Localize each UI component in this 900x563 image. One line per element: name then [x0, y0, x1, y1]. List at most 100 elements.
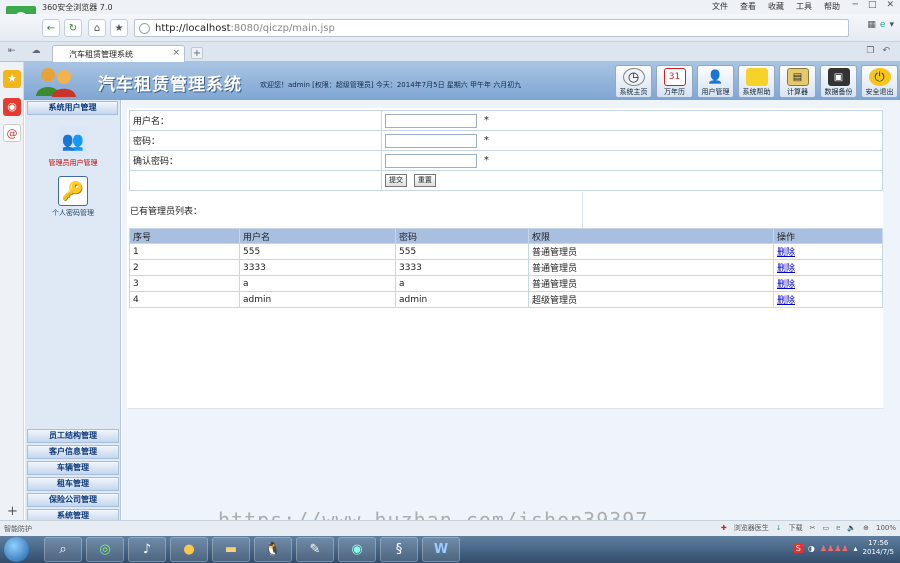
cloud-icon[interactable]: ☁	[32, 46, 41, 56]
cell-permission: 普通管理员	[528, 243, 774, 260]
tab-active[interactable]: 汽车租赁管理系统 ×	[52, 45, 185, 62]
menu-section-vehicles[interactable]: 车辆管理	[27, 461, 119, 475]
menu-item-password[interactable]: 🔑 个人密码管理	[25, 176, 121, 218]
dropdown-icon[interactable]: ▾	[889, 20, 894, 30]
window-list-icon[interactable]: ❐	[866, 46, 874, 56]
ie-icon[interactable]: e	[836, 524, 840, 532]
browser-app-title: 360安全浏览器 7.0	[42, 3, 113, 12]
col-username: 用户名	[239, 228, 396, 244]
cell-action: 删除	[773, 259, 883, 276]
close-icon[interactable]: ✕	[886, 0, 894, 10]
tray-expand-icon[interactable]: ▴	[854, 544, 858, 553]
start-button[interactable]	[4, 537, 29, 562]
sidebar-toggle-icon[interactable]: ⇤	[8, 46, 16, 56]
cell-username: a	[239, 275, 396, 292]
col-password: 密码	[395, 228, 529, 244]
browser-doctor-link[interactable]: 浏览器医生	[734, 523, 769, 533]
volume-icon[interactable]: 🔈	[847, 524, 856, 532]
password-input[interactable]	[385, 133, 477, 148]
header-toolbar: ◷ 系统主页 31 万年历 👤 用户管理 系统帮助 ▤ 计算器 ▣ 数据备份 ⏻…	[615, 65, 898, 98]
search-app-icon[interactable]: ⌕	[44, 537, 82, 562]
tray-people-icon[interactable]: ♟♟♟♟	[820, 544, 849, 553]
tabbar-left-icons: ⇤ ☁	[8, 46, 41, 56]
tab-close-icon[interactable]: ×	[172, 48, 180, 58]
tray-input-icon[interactable]: ◑	[808, 544, 815, 553]
logout-button[interactable]: ⏻ 安全退出	[861, 65, 898, 98]
confirm-password-cell: *	[381, 150, 883, 171]
script-app-icon[interactable]: §	[380, 537, 418, 562]
sidebar-add-icon[interactable]: +	[7, 504, 18, 519]
menu-favorites[interactable]: 收藏	[768, 1, 784, 12]
users-logo-icon	[36, 68, 76, 97]
table-header-row: 序号 用户名 密码 权限 操作	[129, 228, 883, 244]
compat-icon[interactable]: ▦	[867, 20, 876, 30]
menu-section-system-users[interactable]: 系统用户管理	[27, 101, 118, 115]
favorite-button[interactable]: ★	[110, 19, 128, 37]
reset-button[interactable]: 重置	[413, 174, 436, 187]
clock-icon: ◷	[622, 68, 645, 86]
username-input[interactable]	[385, 113, 477, 128]
media-player-icon[interactable]: ♪	[128, 537, 166, 562]
minimize-icon[interactable]: ─	[853, 0, 858, 10]
zoom-level[interactable]: 100%	[876, 524, 896, 532]
address-bar[interactable]: http://localhost:8080/qiczp/main.jsp	[134, 19, 849, 37]
app-title: 汽车租赁管理系统	[98, 75, 242, 95]
home-page-button[interactable]: ◷ 系统主页	[615, 65, 652, 98]
favorites-star-icon[interactable]: ★	[3, 70, 21, 88]
maximize-icon[interactable]: □	[868, 0, 877, 10]
button-row-spacer	[129, 170, 382, 191]
window-icon[interactable]: ▭	[822, 524, 829, 532]
help-button[interactable]: 系统帮助	[738, 65, 775, 98]
backup-button[interactable]: ▣ 数据备份	[820, 65, 857, 98]
delete-link[interactable]: 删除	[777, 280, 795, 290]
page-globe-icon	[139, 23, 150, 34]
menu-section-staff[interactable]: 员工结构管理	[27, 429, 119, 443]
weibo-icon[interactable]: ◉	[3, 98, 21, 116]
delete-link[interactable]: 删除	[777, 264, 795, 274]
globe-app-icon[interactable]: ◉	[338, 537, 376, 562]
calendar-button[interactable]: 31 万年历	[656, 65, 693, 98]
delete-link[interactable]: 删除	[777, 296, 795, 306]
fruit-app-icon[interactable]: ●	[170, 537, 208, 562]
menu-item-admin-users[interactable]: 👥 管理员用户管理	[25, 126, 121, 168]
back-button[interactable]: ←	[42, 19, 60, 37]
home-button[interactable]: ⌂	[88, 19, 106, 37]
screenshot-icon[interactable]: ✂	[810, 524, 816, 532]
menu-view[interactable]: 查看	[740, 1, 756, 12]
left-menu: 系统用户管理 👥 管理员用户管理 🔑 个人密码管理 员工结构管理 客户信息管理 …	[25, 100, 121, 523]
qq-icon[interactable]: 🐧	[254, 537, 292, 562]
cell-permission: 超级管理员	[528, 291, 774, 308]
menu-help[interactable]: 帮助	[824, 1, 840, 12]
browser-titlebar: 360安全浏览器 7.0 文件 查看 收藏 工具 帮助 ─ □ ✕	[0, 0, 900, 14]
browser-360-icon[interactable]: ◎	[86, 537, 124, 562]
refresh-button[interactable]: ↻	[64, 19, 82, 37]
menu-section-insurance[interactable]: 保险公司管理	[27, 493, 119, 507]
menu-tools[interactable]: 工具	[796, 1, 812, 12]
cell-permission: 普通管理员	[528, 275, 774, 292]
welcome-text: 欢迎您！admin [权限：超级管理员] 今天：2014年7月5日 星期六 甲午…	[260, 81, 522, 89]
taskbar-clock[interactable]: 17:56 2014/7/5	[863, 539, 894, 557]
password-manage-icon: 🔑	[58, 176, 88, 206]
ie-mode-icon[interactable]: e	[880, 20, 886, 30]
menu-section-customers[interactable]: 客户信息管理	[27, 445, 119, 459]
delete-link[interactable]: 删除	[777, 248, 795, 258]
new-tab-button[interactable]: +	[191, 47, 203, 59]
smart-protect-text[interactable]: 智能防护	[4, 524, 32, 534]
table-row: 4 admin admin 超级管理员 删除	[129, 291, 883, 308]
menu-section-rentals[interactable]: 租车管理	[27, 477, 119, 491]
tools-icon[interactable]: ✎	[296, 537, 334, 562]
user-manage-button[interactable]: 👤 用户管理	[697, 65, 734, 98]
word-icon[interactable]: W	[422, 537, 460, 562]
submit-button[interactable]: 提交	[385, 174, 407, 187]
cell-index: 2	[129, 259, 240, 276]
undo-close-icon[interactable]: ↶	[882, 46, 890, 56]
clock-time: 17:56	[868, 539, 889, 547]
download-link[interactable]: 下载	[789, 523, 803, 533]
confirm-password-input[interactable]	[385, 153, 477, 168]
folder-icon[interactable]: ▬	[212, 537, 250, 562]
menu-file[interactable]: 文件	[712, 1, 728, 12]
floppy-icon: ▣	[827, 68, 850, 86]
mail-icon[interactable]: @	[3, 124, 21, 142]
calculator-button[interactable]: ▤ 计算器	[779, 65, 816, 98]
tray-s-icon[interactable]: S	[793, 543, 803, 553]
